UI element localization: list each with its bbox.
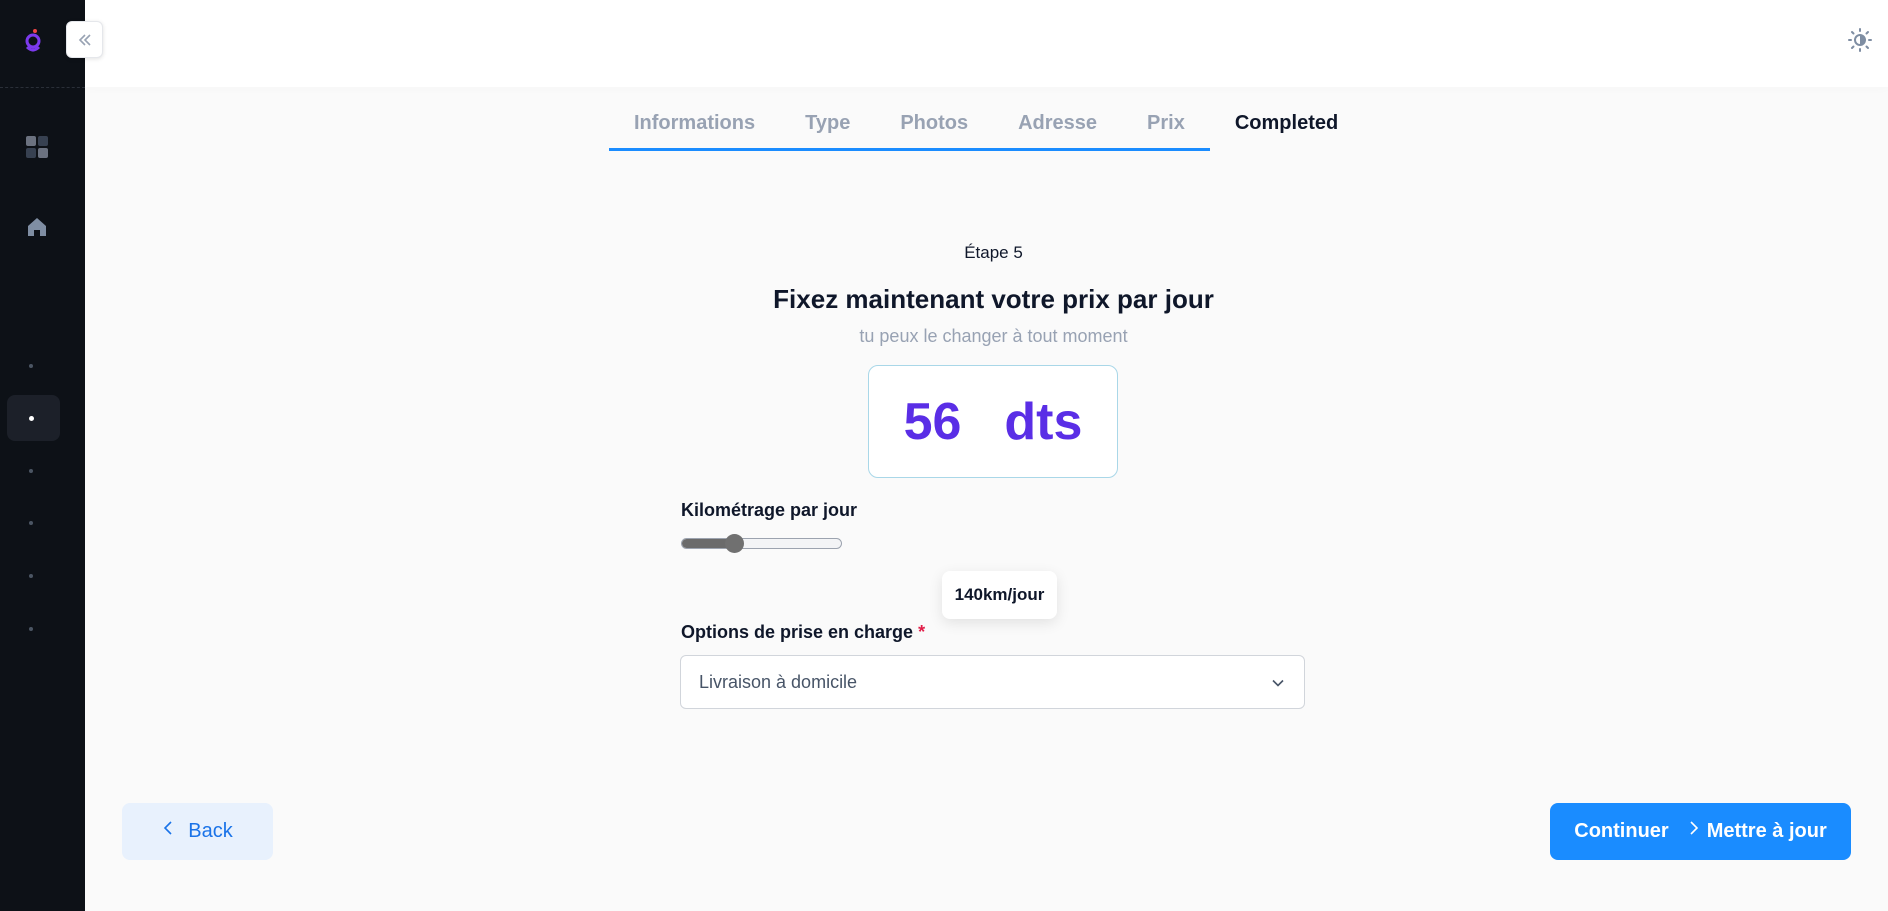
sidebar-divider (0, 87, 85, 88)
top-header (85, 0, 1888, 87)
mileage-label: Kilométrage par jour (681, 500, 858, 520)
price-unit: dts (1004, 392, 1083, 451)
back-button[interactable]: Back (122, 803, 273, 860)
mileage-slider[interactable] (681, 534, 842, 553)
sun-icon[interactable] (1847, 27, 1873, 53)
logo-icon[interactable] (24, 27, 42, 53)
page-title: Fixez maintenant votre prix par jour (773, 284, 1214, 314)
continue-button[interactable]: Continuer Mettre à jour (1550, 803, 1851, 860)
tab-adresse[interactable]: Adresse (993, 108, 1123, 151)
home-icon[interactable] (24, 214, 50, 240)
required-mark: * (918, 622, 926, 642)
mileage-tooltip: 140km/jour (942, 571, 1057, 619)
sidebar-item-2[interactable] (7, 395, 60, 441)
sidebar-item-5[interactable] (7, 553, 60, 599)
chevron-down-icon (1272, 679, 1284, 687)
dashboard-icon[interactable] (24, 134, 50, 160)
sidebar-item-3[interactable] (7, 448, 60, 494)
tab-completed[interactable]: Completed (1210, 108, 1363, 151)
sidebar-item-1[interactable] (7, 343, 60, 389)
mileage-slider-thumb[interactable] (725, 534, 744, 553)
tab-prix[interactable]: Prix (1122, 108, 1210, 151)
pickup-label-text: Options de prise en charge (681, 622, 914, 642)
collapse-sidebar-button[interactable] (66, 21, 103, 58)
pickup-selected-value: Livraison à domicile (699, 671, 858, 692)
price-value: 56 (903, 392, 962, 451)
price-input[interactable]: 56 dts (868, 365, 1118, 478)
stepper-tabs: Informations Type Photos Adresse Prix Co… (609, 108, 1363, 151)
page-subtitle: tu peux le changer à tout moment (859, 326, 1128, 346)
chevron-right-icon (1690, 820, 1698, 835)
double-chevron-left-icon (78, 33, 91, 46)
sidebar-item-4[interactable] (7, 500, 60, 546)
chevron-left-icon (164, 820, 172, 835)
step-indicator: Étape 5 (964, 243, 1023, 262)
tab-type[interactable]: Type (780, 108, 876, 151)
update-label: Mettre à jour (1706, 820, 1827, 842)
sidebar-item-6[interactable] (7, 606, 60, 652)
pickup-select[interactable]: Livraison à domicile (680, 655, 1305, 709)
pickup-label: Options de prise en charge * (681, 622, 925, 643)
sidebar (0, 0, 85, 911)
back-label: Back (188, 820, 233, 842)
tab-informations[interactable]: Informations (609, 108, 781, 151)
tab-photos[interactable]: Photos (875, 108, 994, 151)
continue-label: Continuer (1574, 820, 1669, 842)
